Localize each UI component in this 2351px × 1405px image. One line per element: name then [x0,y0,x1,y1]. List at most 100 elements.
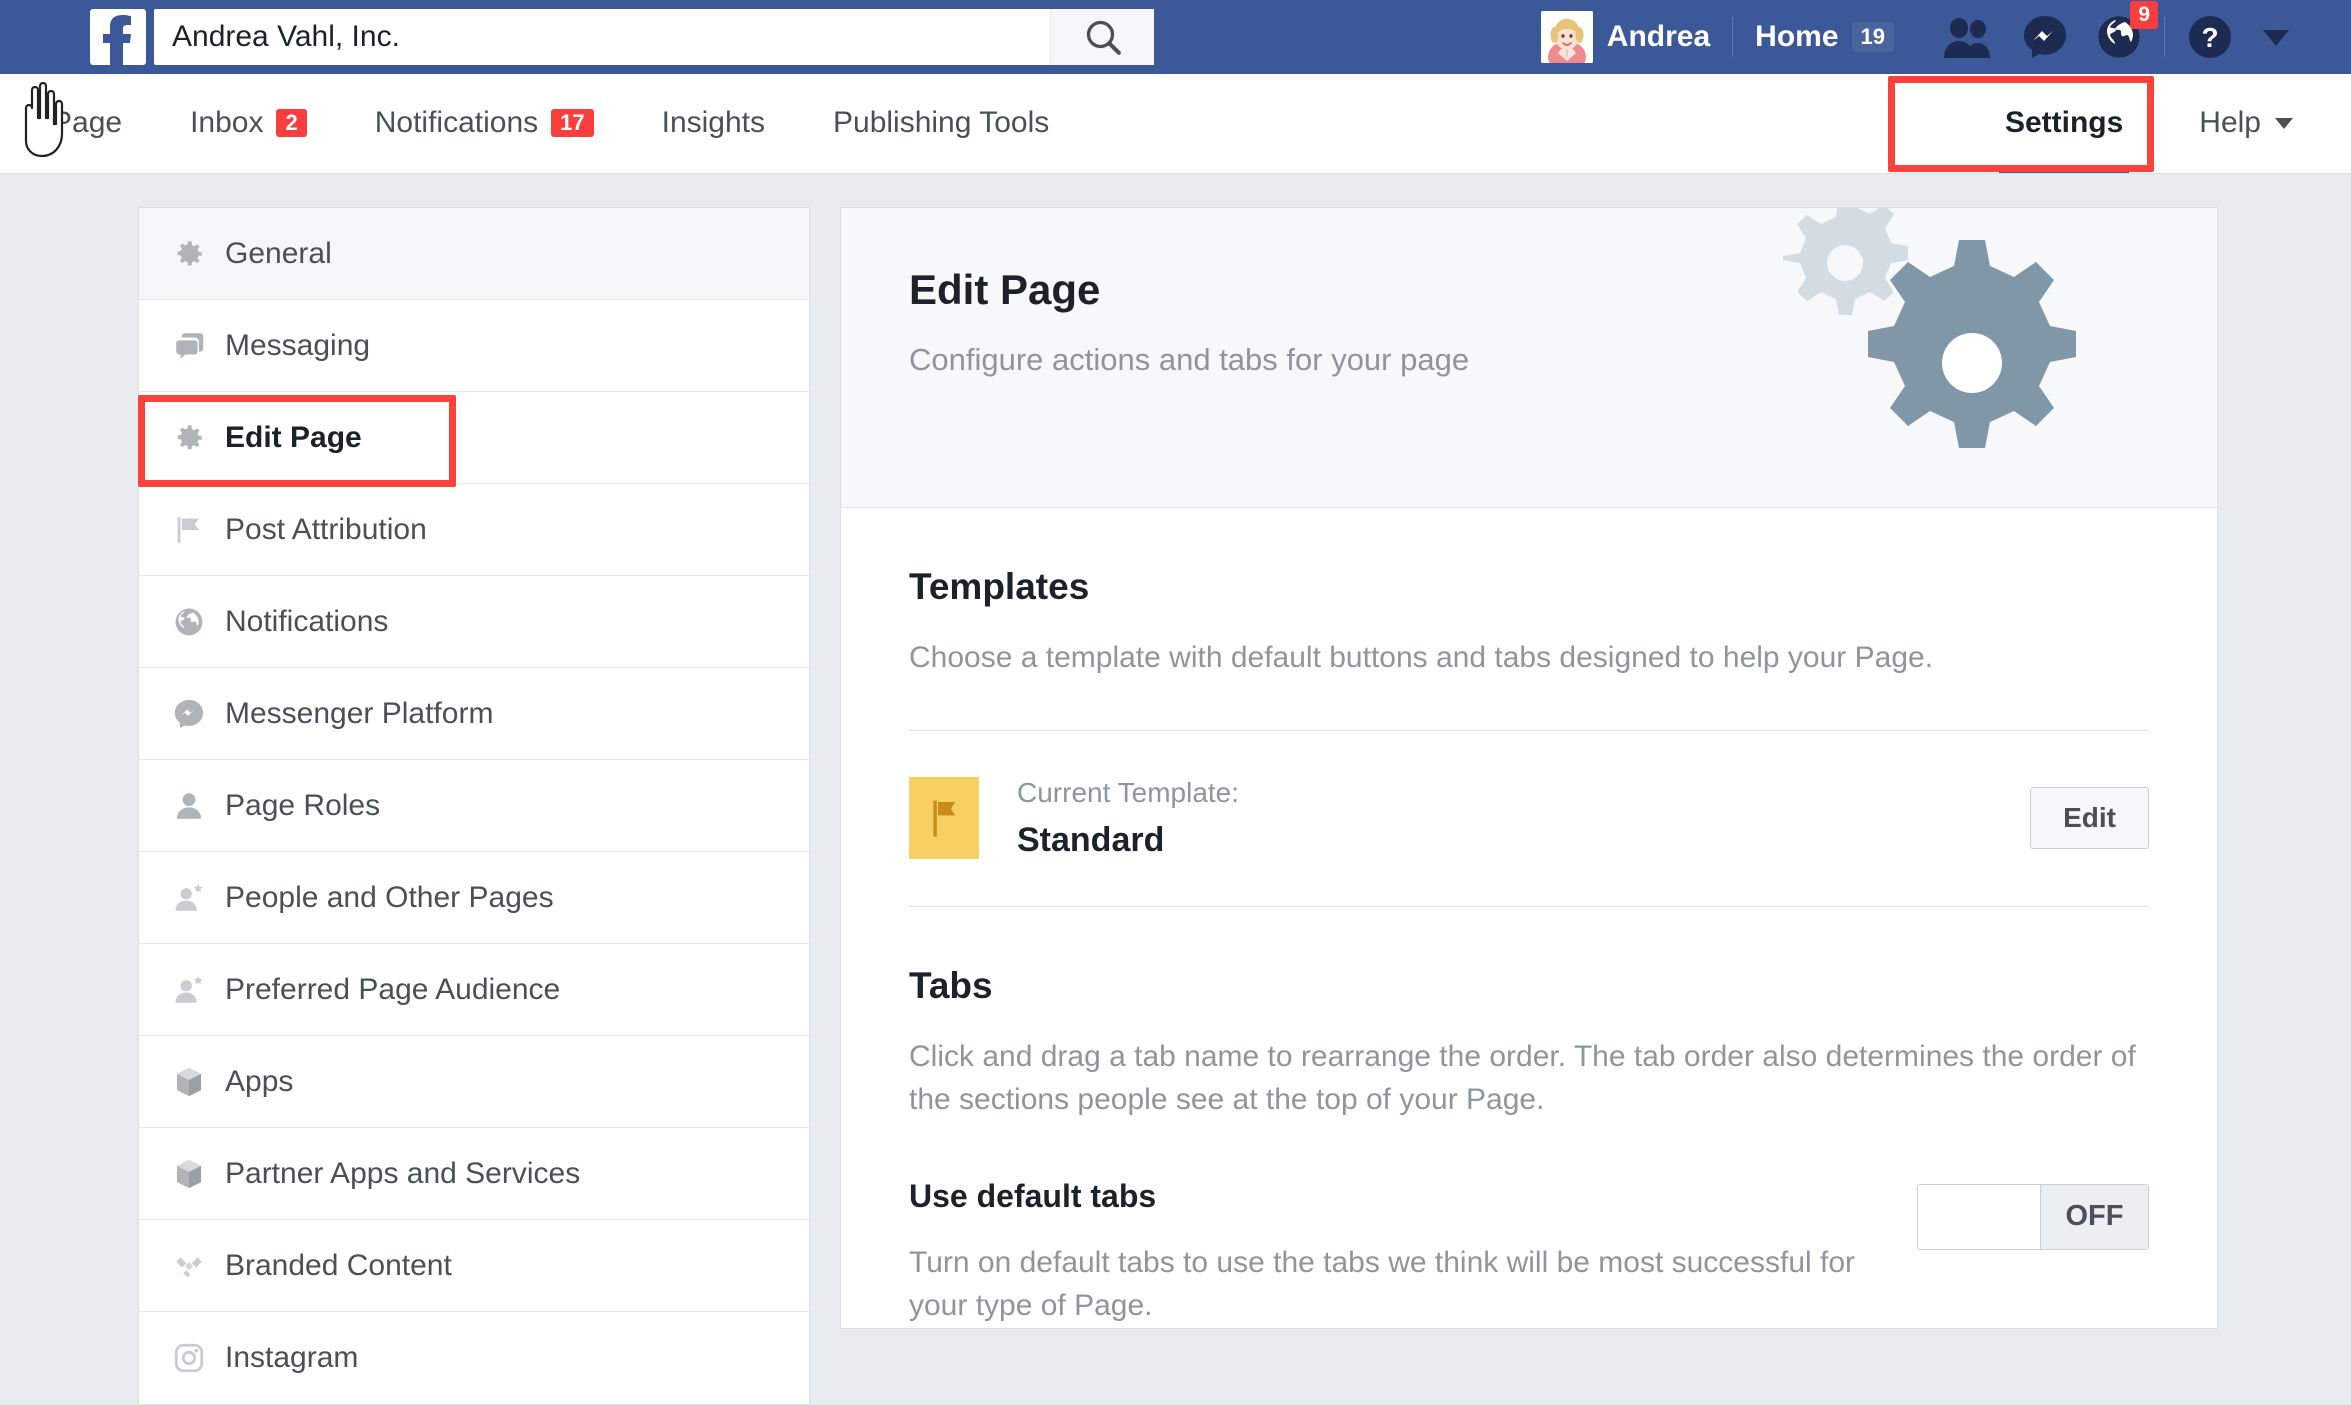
edit-page-panel: Edit Page Configure actions and tabs for… [840,207,2218,1329]
topbar-right-cluster: Andrea Home 19 9 ? [1540,0,2291,74]
messenger-icon [2024,16,2066,58]
globe-icon [167,605,211,639]
chat-bubbles-icon [167,329,211,363]
sidebar-item-preferred-page-audience-label: Preferred Page Audience [225,972,561,1006]
flag-icon [909,777,979,859]
sidebar-item-notifications-label: Notifications [225,604,389,638]
gears-illustration [1747,208,2117,507]
svg-text:?: ? [2201,22,2218,53]
search-icon [1086,20,1121,55]
templates-description: Choose a template with default buttons a… [909,641,1934,674]
sidebar-item-instagram[interactable]: Instagram [139,1312,809,1404]
friend-requests-button[interactable] [1942,16,1994,58]
tabs-section: Tabs Click and drag a tab name to rearra… [841,907,2217,1328]
search-input[interactable] [154,9,1050,65]
nav-tab-insights-label: Insights [661,106,765,139]
user-name-label[interactable]: Andrea [1607,20,1710,54]
gear-icon [167,237,211,271]
sidebar-item-branded-content[interactable]: Branded Content [139,1220,809,1312]
sidebar-item-people-and-other-pages-label: People and Other Pages [225,880,554,914]
facebook-f-logo[interactable] [90,9,146,65]
search-button[interactable] [1050,9,1154,65]
home-label: Home [1755,20,1839,53]
globe-notifications-badge: 9 [2130,1,2158,30]
box-icon [167,1157,211,1191]
messenger-button[interactable] [2022,14,2068,60]
sidebar-item-apps[interactable]: Apps [139,1036,809,1128]
use-default-tabs-title: Use default tabs [909,1177,1157,1214]
nav-tab-inbox[interactable]: Inbox 2 [156,73,341,173]
sidebar-item-partner-apps-and-services[interactable]: Partner Apps and Services [139,1128,809,1220]
nav-tab-publishing-tools[interactable]: Publishing Tools [799,73,1083,173]
toggle-knob [1918,1184,2040,1249]
nav-tab-notifications-badge: 17 [551,109,594,137]
chevron-down-icon [2275,117,2293,129]
person-icon [167,789,211,823]
sidebar-item-post-attribution[interactable]: Post Attribution [139,484,809,576]
templates-section: Templates Choose a template with default… [841,508,2217,907]
sidebar-item-messenger-platform-label: Messenger Platform [225,696,494,730]
nav-tab-insights[interactable]: Insights [628,73,799,173]
handshake-icon [167,1249,211,1283]
nav-tab-notifications[interactable]: Notifications 17 [341,73,628,173]
current-template-text: Current Template: Standard [1017,777,1239,860]
home-link[interactable]: Home 19 [1755,20,1894,54]
help-button[interactable]: ? [2187,14,2233,60]
sidebar-item-notifications[interactable]: Notifications [139,576,809,668]
messenger-icon [167,697,211,731]
nav-help-label: Help [2199,106,2261,139]
notifications-globe-button[interactable]: 9 [2096,1,2158,60]
sidebar-item-page-roles-label: Page Roles [225,788,381,822]
sidebar-item-edit-page-label: Edit Page [225,420,362,454]
tabs-title: Tabs [909,964,993,1006]
nav-help-menu[interactable]: Help [2165,73,2351,173]
page-nav-bar: Page Inbox 2 Notifications 17 Insights P… [0,74,2351,174]
sidebar-item-page-roles[interactable]: Page Roles [139,760,809,852]
sidebar-item-general-label: General [225,236,332,270]
help-question-icon: ? [2189,16,2231,58]
sidebar-item-post-attribution-label: Post Attribution [225,512,427,546]
tabs-description: Click and drag a tab name to rearrange t… [909,1039,2136,1117]
toggle-state-label: OFF [2040,1184,2148,1249]
nav-tab-inbox-label: Inbox [190,106,264,139]
avatar[interactable] [1540,11,1593,63]
nav-tab-notifications-label: Notifications [374,106,539,139]
use-default-tabs-description: Turn on default tabs to use the tabs we … [909,1245,1856,1323]
sidebar-item-branded-content-label: Branded Content [225,1248,452,1282]
sidebar-item-messaging-label: Messaging [225,328,371,362]
use-default-tabs-toggle[interactable]: OFF [1917,1183,2149,1250]
account-dropdown-caret-icon [2263,30,2289,46]
flag-icon [167,513,211,547]
friend-requests-icon [1944,18,1990,58]
sidebar-item-preferred-page-audience[interactable]: Preferred Page Audience [139,944,809,1036]
sidebar-item-apps-label: Apps [225,1064,294,1098]
current-template-value: Standard [1017,820,1165,859]
nav-tab-settings-label: Settings [2004,106,2124,139]
box-icon [167,1065,211,1099]
current-template-label: Current Template: [1017,776,1240,808]
divider [2164,17,2165,57]
use-default-tabs-row: Use default tabs Turn on default tabs to… [909,1122,2149,1328]
settings-sidebar: General Messaging Edit Page Post Attribu… [138,207,810,1405]
nav-tab-inbox-badge: 2 [276,109,307,137]
sidebar-item-messenger-platform[interactable]: Messenger Platform [139,668,809,760]
sidebar-item-people-and-other-pages[interactable]: People and Other Pages [139,852,809,944]
page-nav-items: Page Inbox 2 Notifications 17 Insights P… [0,73,1083,173]
sidebar-item-general[interactable]: General [139,208,809,300]
instagram-icon [167,1341,211,1375]
sidebar-item-edit-page[interactable]: Edit Page [139,392,809,484]
nav-tab-settings[interactable]: Settings [1963,73,2165,173]
divider [1732,17,1734,57]
account-dropdown-button[interactable] [2261,26,2291,48]
search-bar[interactable] [154,9,1154,65]
page-body: General Messaging Edit Page Post Attribu… [0,175,2351,1405]
home-count-badge: 19 [1851,22,1894,52]
person-star-icon [167,881,211,915]
current-template-row: Current Template: Standard Edit [909,731,2149,906]
facebook-top-bar: Andrea Home 19 9 [0,0,2351,74]
sidebar-item-messaging[interactable]: Messaging [139,300,809,392]
panel-header: Edit Page Configure actions and tabs for… [841,208,2217,508]
templates-title: Templates [909,566,1090,607]
hand-cursor [12,81,72,163]
edit-template-button[interactable]: Edit [2030,787,2149,849]
